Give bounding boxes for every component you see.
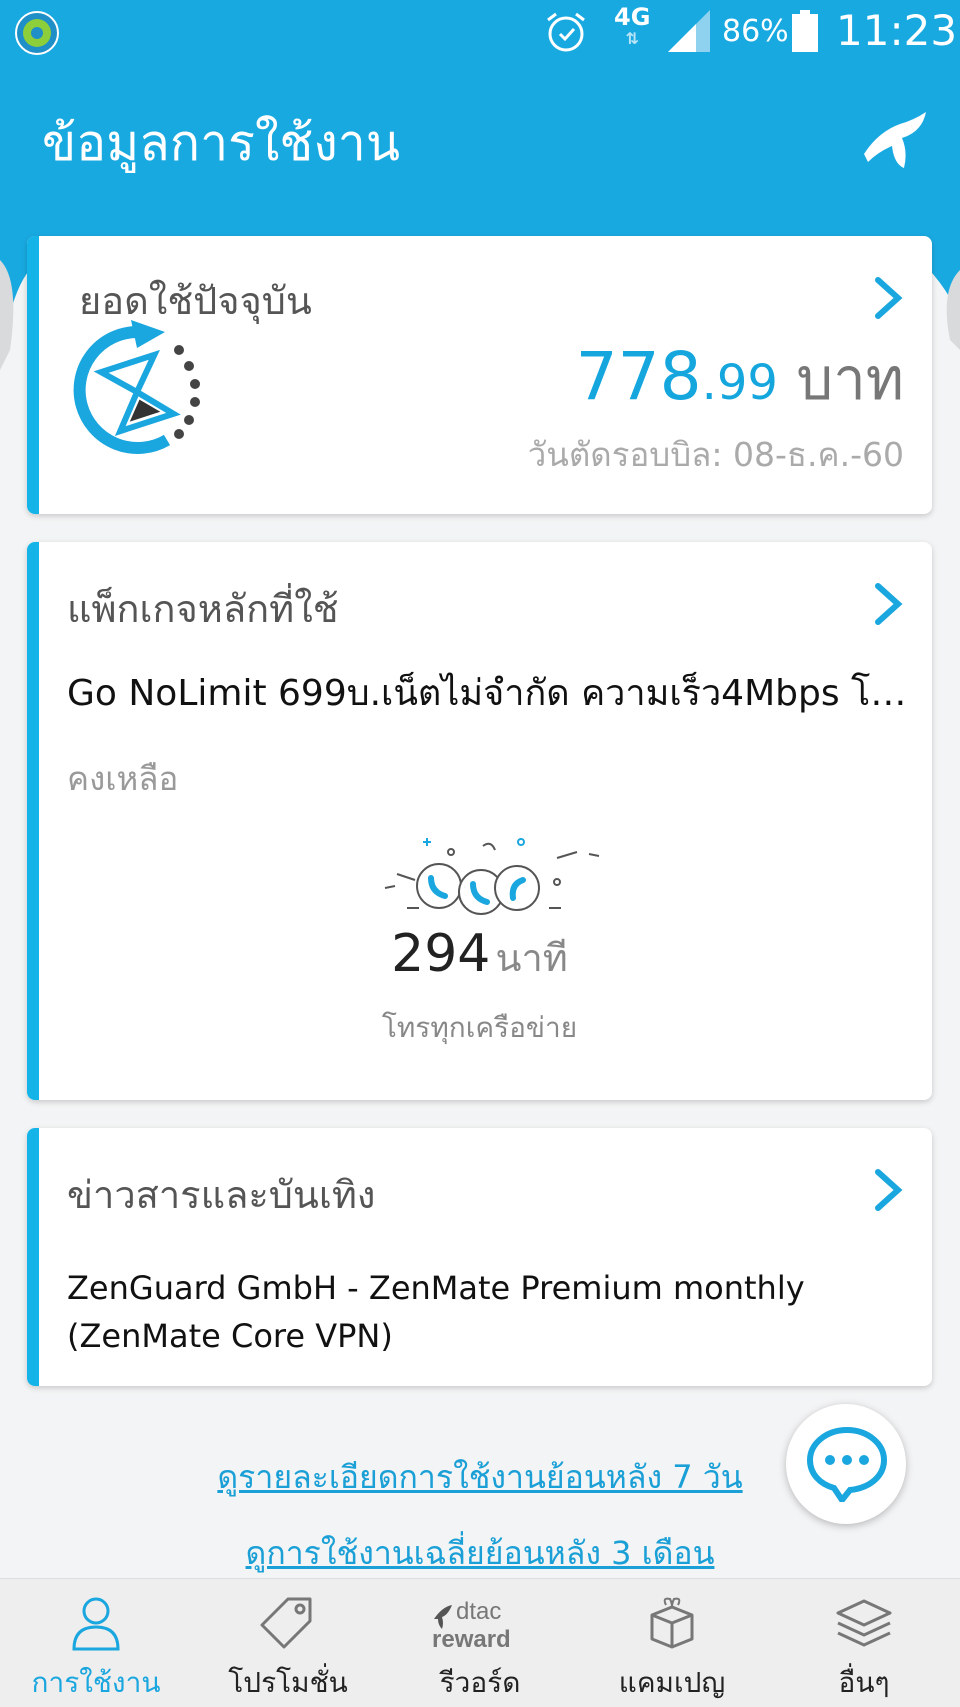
data-arrows-icon: ⇅ (625, 29, 639, 48)
dtac-logo-icon (864, 112, 926, 168)
subscription-text: ZenGuard GmbH - ZenMate Premium monthly … (67, 1269, 805, 1355)
battery-percent: 86% (722, 14, 789, 49)
camera-shutter-app-icon (15, 11, 59, 55)
dtac-reward-icon: dtac reward (432, 1598, 511, 1651)
bottom-nav: การใช้งาน โปรโมชั่น dtac reward รีวอร์ด … (0, 1578, 960, 1707)
person-icon (72, 1597, 120, 1651)
alarm-icon (547, 12, 585, 52)
card-title: ข่าวสารและบันเทิง (67, 1173, 376, 1217)
chevron-right-icon[interactable] (870, 582, 904, 626)
nav-item-reward[interactable]: dtac reward รีวอร์ด (384, 1579, 576, 1707)
bill-amount: 778.99 บาท (575, 338, 904, 415)
bill-cycle-date: วันตัดรอบบิล: 08-ธ.ค.-60 (527, 435, 904, 474)
main-package-card[interactable]: แพ็กเกจหลักที่ใช้ Go NoLimit 699บ.เน็ตไม… (27, 542, 932, 1100)
nav-item-promotion[interactable]: โปรโมชั่น (192, 1579, 384, 1707)
chat-button[interactable] (786, 1404, 906, 1524)
nav-item-more[interactable]: อื่นๆ (768, 1579, 960, 1707)
signal-icon (668, 10, 710, 52)
current-bill-card[interactable]: ยอดใช้ปัจจุบัน 778.99 บาท วันตัดรอบบิล: … (27, 236, 932, 514)
chevron-right-icon[interactable] (870, 276, 904, 320)
tag-icon (260, 1597, 312, 1649)
svg-text:dtac: dtac (456, 1598, 501, 1625)
battery-icon (792, 10, 818, 52)
currency-label: บาท (796, 345, 904, 413)
network-scope: โทรทุกเครือข่าย (381, 1011, 578, 1044)
card-accent-bar (27, 1128, 39, 1386)
card-accent-bar (27, 236, 39, 514)
nav-item-campaign[interactable]: แคมเปญ (576, 1579, 768, 1707)
news-entertainment-card[interactable]: ข่าวสารและบันเทิง ZenGuard GmbH - ZenMat… (27, 1128, 932, 1386)
three-month-average-link[interactable]: ดูการใช้งานเฉลี่ยย้อนหลัง 3 เดือน (0, 1528, 960, 1579)
network-type: 4G ⇅ (614, 3, 651, 48)
clock: 11:23 (836, 6, 958, 55)
nav-item-usage[interactable]: การใช้งาน (0, 1579, 192, 1707)
phone-call-illustration-icon (384, 838, 600, 915)
page-title: ข้อมูลการใช้งาน (42, 114, 401, 172)
gift-box-icon (650, 1597, 694, 1649)
hourglass-cycle-icon (73, 320, 200, 454)
status-bar: 4G ⇅ 86% 11:23 (0, 0, 960, 66)
remaining-minutes: 294 นาที (391, 924, 568, 984)
package-name: Go NoLimit 699บ.เน็ตไม่จำกัด ความเร็ว4Mb… (67, 673, 907, 714)
stack-icon (836, 1599, 892, 1647)
svg-text:reward: reward (432, 1626, 511, 1651)
chevron-right-icon[interactable] (870, 1168, 904, 1212)
chat-bubble-icon (806, 1426, 888, 1502)
card-title: แพ็กเกจหลักที่ใช้ (67, 587, 339, 631)
remaining-label: คงเหลือ (67, 759, 179, 798)
